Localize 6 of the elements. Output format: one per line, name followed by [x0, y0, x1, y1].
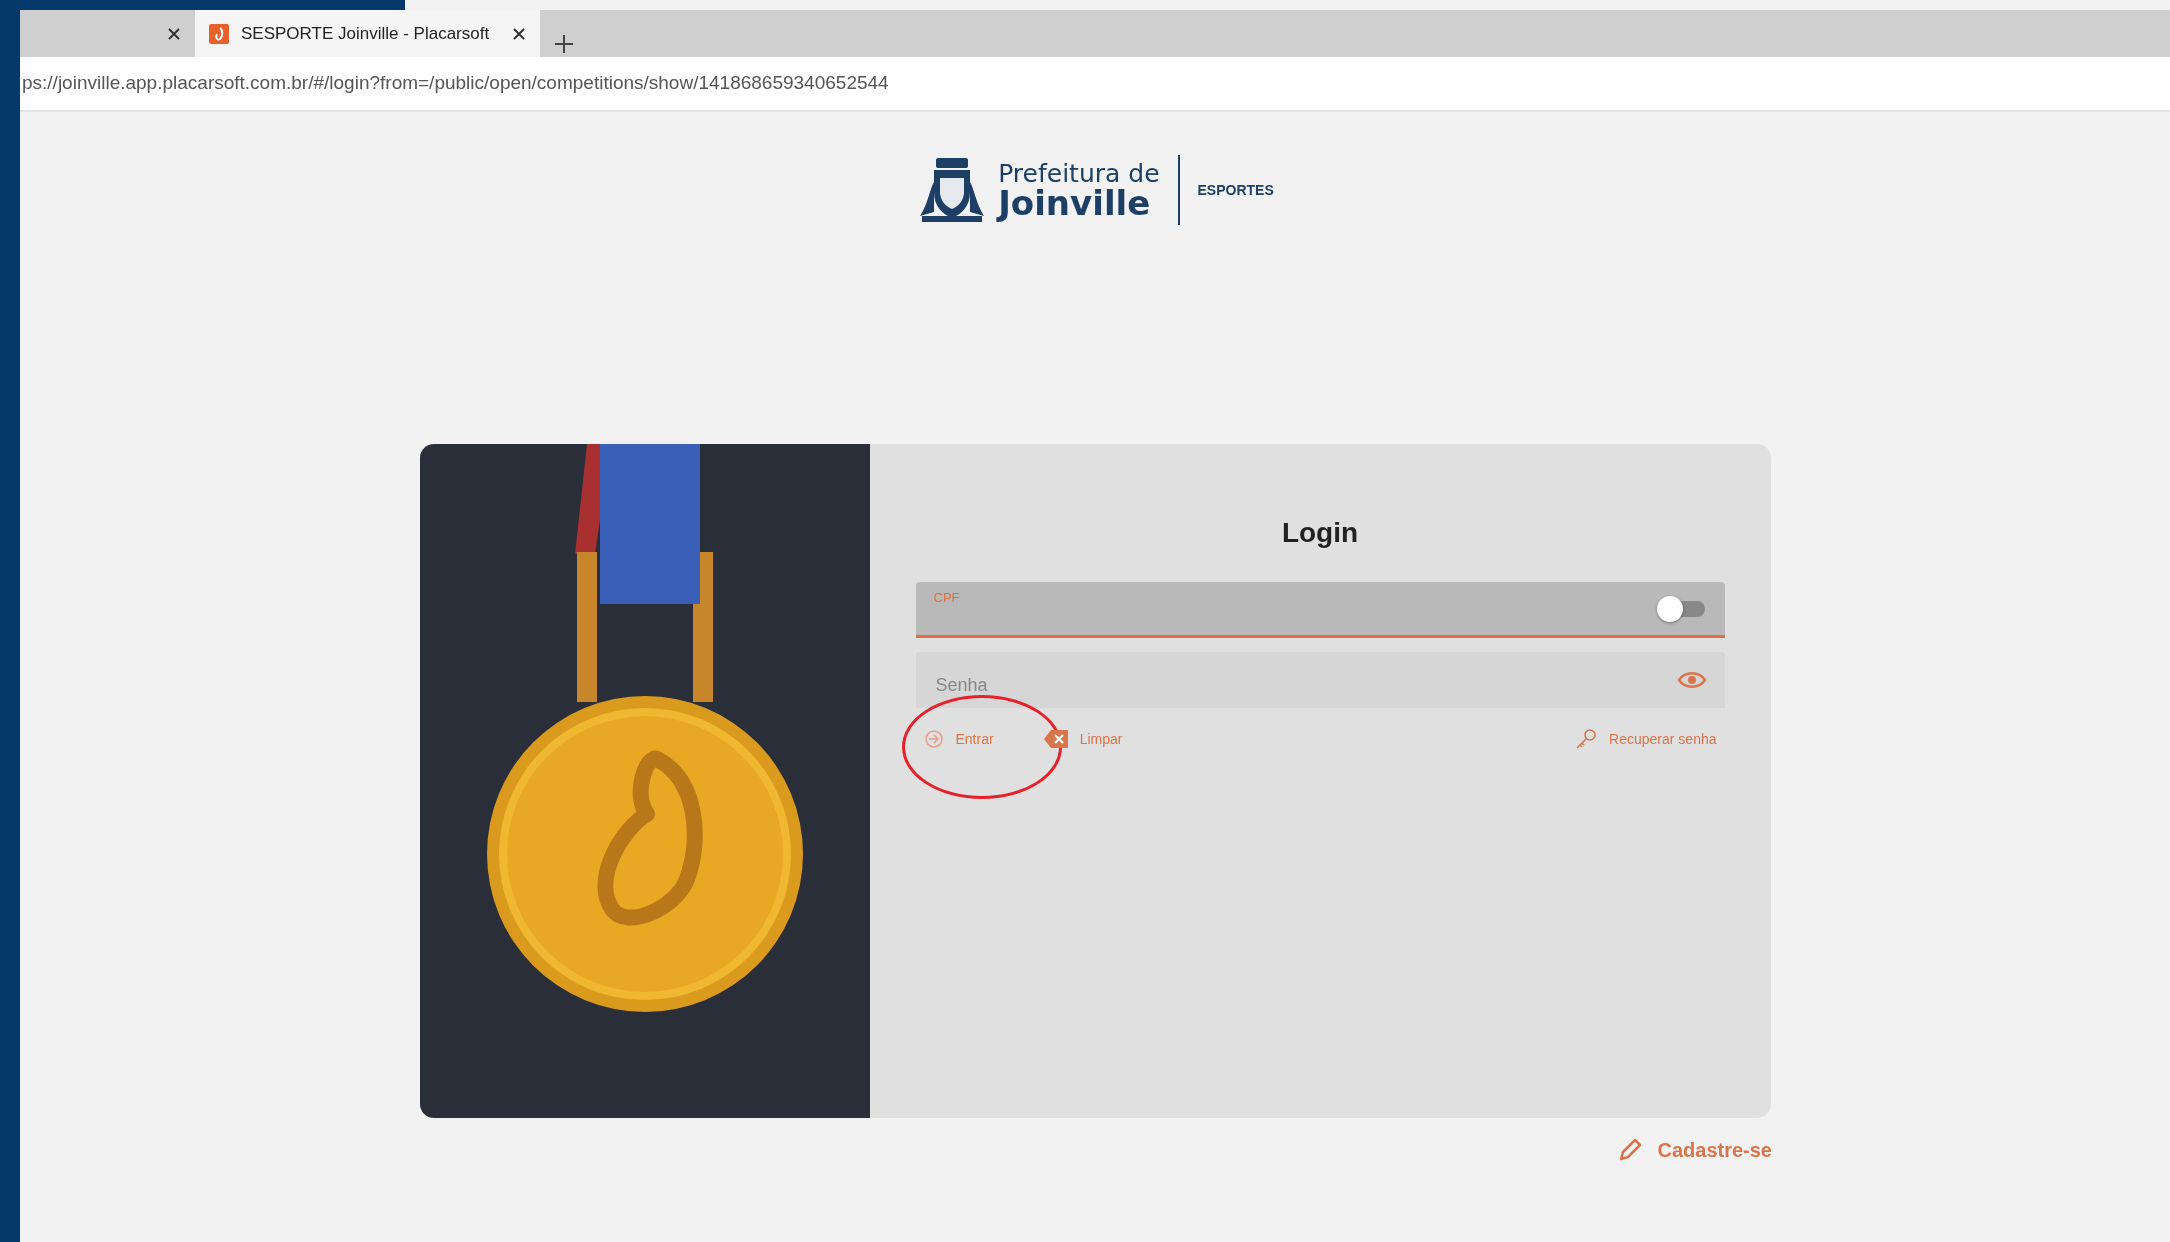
- logo-text: Prefeitura de: [998, 160, 1160, 186]
- login-title: Login: [1280, 516, 1360, 550]
- field-label: CPF: [933, 589, 960, 607]
- logo-text: Joinville: [998, 185, 1152, 220]
- department-label: ESPORTES: [1197, 180, 1274, 200]
- tab-title: SESPORTE Joinville - Placarsoft: [241, 22, 491, 45]
